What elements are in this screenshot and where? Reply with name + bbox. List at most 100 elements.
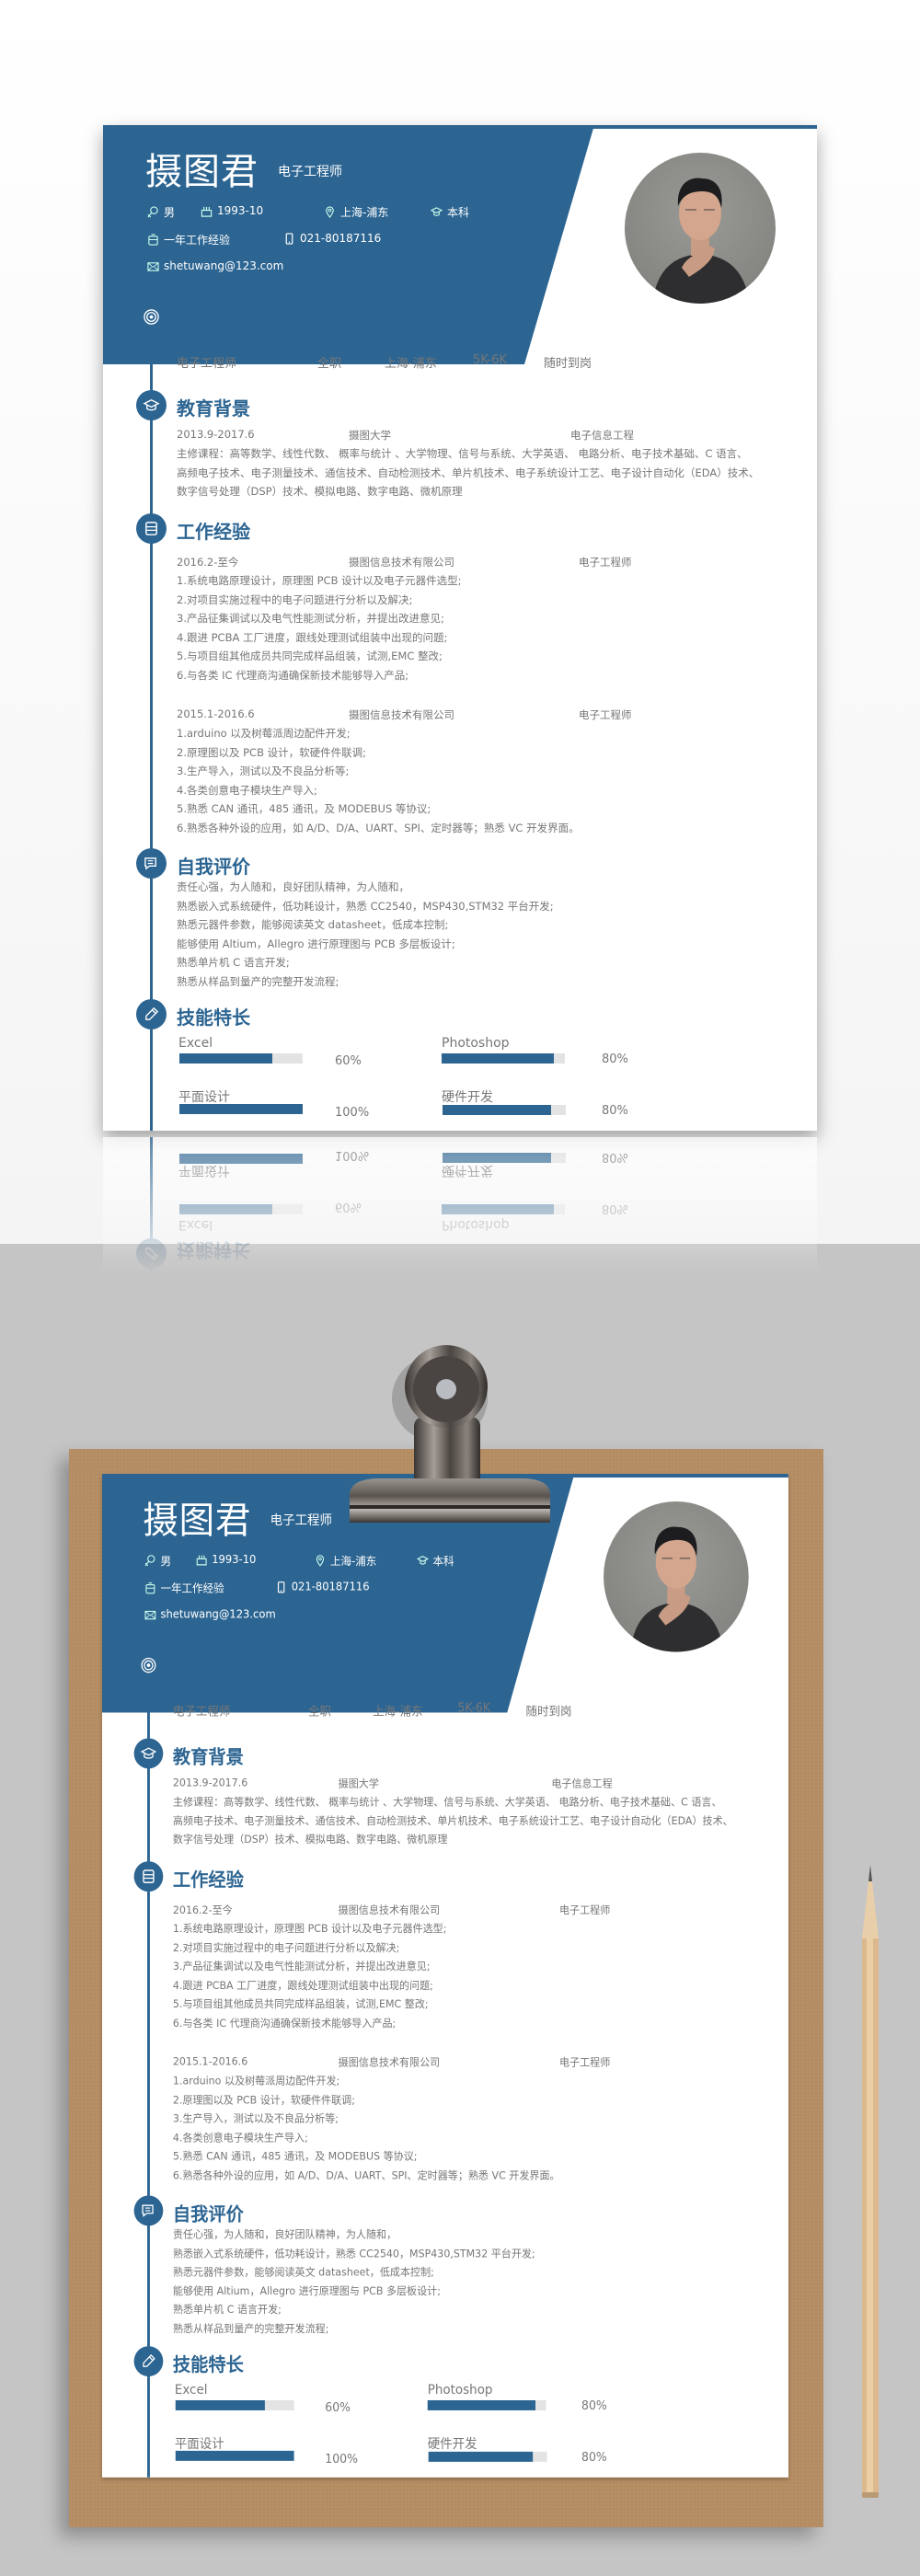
duty-line: 4.跟进 PCBA 工厂进度，跟线处理测试组装中出现的问题; bbox=[177, 630, 448, 644]
skill-bar bbox=[442, 1204, 565, 1214]
skill-percent: 80% bbox=[602, 1150, 628, 1164]
birth-text: 1993-10 bbox=[217, 204, 264, 217]
skill-percent: 60% bbox=[335, 1200, 362, 1213]
skill-bar bbox=[179, 1204, 303, 1214]
email-text: shetuwang@123.com bbox=[160, 1607, 276, 1621]
job-company: 摄图信息技术有限公司 bbox=[338, 1903, 441, 1917]
skill-name: Excel bbox=[174, 2383, 208, 2398]
job-duties: 1.arduino 以及树莓派周边配件开发; 2.原理图以及 PCB 设计，软硬… bbox=[177, 724, 784, 837]
degree-text: 本科 bbox=[432, 1554, 454, 1568]
avatar-portrait bbox=[629, 1526, 724, 1652]
location-pin-icon bbox=[316, 1555, 325, 1567]
degree-info: 本科 bbox=[417, 1553, 454, 1569]
phone-info: 021-80187116 bbox=[283, 232, 381, 245]
job-period: 2016.2-至今 bbox=[172, 1903, 233, 1917]
tools-icon bbox=[133, 2346, 164, 2377]
duty-line: 5.熟悉 CAN 通讯，485 通讯，及 MODEBUS 等协议; bbox=[172, 2149, 418, 2163]
duty-line: 6.与各类 IC 代理商沟通确保新技术能够导入产品; bbox=[172, 2016, 397, 2030]
avatar-portrait bbox=[652, 178, 750, 304]
experience-text: 一年工作经验 bbox=[160, 1581, 224, 1595]
skill-name: 硬件开发 bbox=[427, 2436, 477, 2452]
binder-clip-icon bbox=[350, 1345, 550, 1523]
duty-line: 5.熟悉 CAN 通讯，485 通讯，及 MODEBUS 等协议; bbox=[177, 802, 431, 815]
section-title-education: 教育背景 bbox=[172, 1745, 244, 1768]
section-title-intent: 求职意向 bbox=[172, 1657, 244, 1680]
duty-line: 3.产品征集调试以及电气性能测试分析，并提出改进意见; bbox=[177, 612, 444, 625]
resume-card-reflection: 摄图君 电子工程师 男 1993-10 上海-浦东 本科 一年工作经验 021-… bbox=[103, 1137, 817, 1275]
job-role: 电子工程师 bbox=[558, 2055, 611, 2069]
email-icon bbox=[147, 261, 159, 271]
course-line: 数字信号处理（DSP）技术、模拟电路、数字电路、微机原理 bbox=[172, 1833, 448, 1846]
job-period: 2015.1-2016.6 bbox=[172, 2054, 248, 2068]
clipboard-paper: 摄图君 电子工程师 男 1993-10 上海-浦东 本科 一年工作经验 021-… bbox=[102, 1474, 788, 2478]
course-line: 主修课程：高等数学、线性代数、 概率与统计 、大学物理、信号与系统、大学英语、 … bbox=[177, 447, 748, 460]
skill-percent: 80% bbox=[602, 1104, 628, 1118]
briefcase-icon bbox=[133, 1861, 164, 1892]
evaluation-line: 能够使用 Altium，Allegro 进行原理图与 PCB 多层板设计; bbox=[172, 2283, 441, 2297]
intent-availability: 随时到岗 bbox=[544, 357, 592, 371]
skill-bar-fill bbox=[179, 1104, 303, 1114]
skill-bar bbox=[179, 1104, 303, 1114]
course-line: 数字信号处理（DSP）技术、模拟电路、数字电路、微机原理 bbox=[177, 485, 463, 498]
intent-position: 电子工程师 bbox=[172, 1705, 231, 1719]
email-info: shetuwang@123.com bbox=[147, 259, 283, 272]
intent-salary: 5K-6K bbox=[457, 1701, 490, 1716]
email-icon bbox=[144, 1610, 156, 1619]
birth-text: 1993-10 bbox=[212, 1552, 257, 1566]
briefcase-icon bbox=[136, 513, 167, 544]
job-company: 摄图信息技术有限公司 bbox=[349, 708, 454, 721]
duty-line: 6.熟悉各种外设的应用，如 A/D、D/A、UART、SPI、定时器等；熟悉 V… bbox=[177, 821, 580, 834]
location-info: 上海-浦东 bbox=[324, 204, 388, 220]
duty-line: 2.原理图以及 PCB 设计，软硬件件联调; bbox=[177, 745, 367, 759]
skill-bar-fill bbox=[175, 2399, 265, 2410]
briefcase-icon bbox=[148, 234, 158, 246]
evaluation-line: 熟悉从样品到量产的完整开发流程; bbox=[172, 2321, 329, 2335]
skill-bar-fill bbox=[427, 2399, 535, 2410]
evaluation-line: 能够使用 Altium，Allegro 进行原理图与 PCB 多层板设计; bbox=[177, 937, 455, 950]
evaluation-line: 责任心强，为人随和，良好团队精神，为人随和， bbox=[172, 2227, 397, 2241]
skill-name: 硬件开发 bbox=[442, 1163, 493, 1178]
phone-text: 021-80187116 bbox=[291, 1580, 370, 1593]
location-text: 上海-浦东 bbox=[340, 206, 389, 219]
candidate-name: 摄图君 bbox=[145, 151, 259, 193]
gender-icon bbox=[147, 206, 158, 218]
phone-text: 021-80187116 bbox=[300, 232, 382, 245]
skill-bar-fill bbox=[443, 1153, 551, 1163]
skill-name: 平面设计 bbox=[178, 1163, 230, 1178]
duty-line: 2.对项目实施过程中的电子问题进行分析以及解决; bbox=[172, 1940, 400, 1954]
gender-info: 男 bbox=[147, 204, 175, 220]
skill-bar-fill bbox=[442, 1053, 554, 1064]
duty-line: 1.系统电路原理设计，原理图 PCB 设计以及电子元器件选型; bbox=[172, 1922, 447, 1935]
email-text: shetuwang@123.com bbox=[164, 259, 284, 272]
section-title-education: 教育背景 bbox=[177, 397, 250, 420]
intent-city: 上海-浦东 bbox=[373, 1705, 423, 1719]
section-title-intent: 求职意向 bbox=[177, 309, 250, 331]
job-duties: 1.系统电路原理设计，原理图 PCB 设计以及电子元器件选型; 2.对项目实施过… bbox=[177, 571, 784, 684]
duty-line: 5.与项目组其他成员共同完成样品组装，试测,EMC 整改; bbox=[172, 1996, 429, 2010]
section-title-skills: 技能特长 bbox=[177, 1006, 250, 1029]
skill-percent: 100% bbox=[335, 1106, 370, 1120]
course-line: 高频电子技术、电子测量技术、通信技术、自动检测技术、单片机技术、电子系统设计工艺… bbox=[177, 466, 760, 479]
duty-line: 6.与各类 IC 代理商沟通确保新技术能够导入产品; bbox=[177, 668, 409, 682]
duty-line: 4.各类创意电子模块生产导入; bbox=[172, 2131, 308, 2145]
graduation-cap-icon bbox=[417, 1556, 429, 1565]
degree-text: 本科 bbox=[447, 206, 470, 219]
evaluation-line: 熟悉元器件参数，能够阅读英文 datasheet，低成本控制; bbox=[172, 2265, 434, 2279]
evaluation-line: 熟悉嵌入式系统硬件，低功耗设计，熟悉 CC2540，MSP430,STM32 平… bbox=[177, 899, 554, 913]
tools-icon bbox=[136, 1238, 167, 1269]
education-major: 电子信息工程 bbox=[570, 429, 634, 442]
duty-line: 2.对项目实施过程中的电子问题进行分析以及解决; bbox=[177, 592, 413, 606]
education-major: 电子信息工程 bbox=[551, 1777, 613, 1790]
skill-name: Excel bbox=[178, 1036, 213, 1051]
section-title-skills: 技能特长 bbox=[177, 1239, 250, 1261]
experience-info: 一年工作经验 bbox=[147, 232, 230, 247]
location-info: 上海-浦东 bbox=[315, 1553, 376, 1569]
duty-line: 3.生产导入，测试以及不良品分析等; bbox=[177, 765, 350, 777]
duty-line: 5.与项目组其他成员共同完成样品组装，试测,EMC 整改; bbox=[177, 650, 443, 662]
skill-bar-fill bbox=[443, 1105, 551, 1115]
evaluation-line: 责任心强，为人随和，良好团队精神，为人随和， bbox=[177, 880, 409, 893]
resume-card: 摄图君 电子工程师 男 1993-10 上海-浦东 本科 一年工作经验 021-… bbox=[103, 125, 817, 1131]
section-title-work: 工作经验 bbox=[177, 521, 250, 543]
cake-icon bbox=[196, 1555, 207, 1565]
skill-percent: 80% bbox=[581, 2450, 607, 2465]
